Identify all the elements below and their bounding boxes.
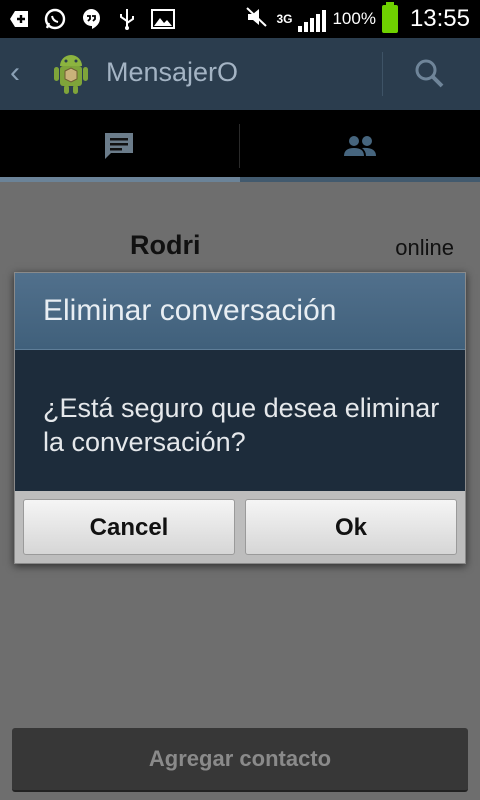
search-icon[interactable] <box>412 56 446 90</box>
cancel-button[interactable]: Cancel <box>23 499 235 555</box>
dialog-header: Eliminar conversación <box>15 273 465 350</box>
whatsapp-icon <box>42 6 68 32</box>
app-title: MensajerO <box>106 57 239 87</box>
battery-icon <box>381 2 398 33</box>
notification-icons <box>6 4 176 34</box>
tab-chats[interactable] <box>0 110 240 182</box>
usb-icon <box>114 6 140 32</box>
contact-status: online <box>395 235 454 260</box>
tab-contacts[interactable] <box>240 110 480 182</box>
image-icon <box>150 6 176 32</box>
clock: 13:55 <box>409 5 470 32</box>
people-icon <box>344 136 376 156</box>
action-divider <box>382 52 383 96</box>
add-icon <box>6 6 32 32</box>
back-icon[interactable]: ‹ <box>10 58 20 88</box>
network-type: 3G <box>276 12 293 26</box>
dialog-message: ¿Está seguro que desea eliminar la conve… <box>43 393 440 457</box>
ok-button[interactable]: Ok <box>245 499 457 555</box>
add-contact-button[interactable]: Agregar contacto <box>12 728 468 792</box>
status-bar: 3G 100% 13:55 <box>0 0 480 38</box>
mute-icon <box>244 5 270 34</box>
delete-conversation-dialog: Eliminar conversación ¿Está seguro que d… <box>14 272 466 564</box>
system-icons: 3G 100% 13:55 <box>244 2 470 36</box>
signal-icon <box>298 6 327 32</box>
hangouts-icon <box>78 6 104 32</box>
action-bar: ‹ MensajerO <box>0 38 480 110</box>
dialog-button-bar: Cancel Ok <box>15 491 465 563</box>
dialog-title: Eliminar conversación <box>43 294 337 327</box>
battery-percent: 100% <box>332 9 376 28</box>
contact-name[interactable]: Rodri <box>130 230 201 261</box>
tab-bar <box>0 110 480 182</box>
chat-icon <box>105 133 133 159</box>
app-logo[interactable] <box>48 50 94 96</box>
